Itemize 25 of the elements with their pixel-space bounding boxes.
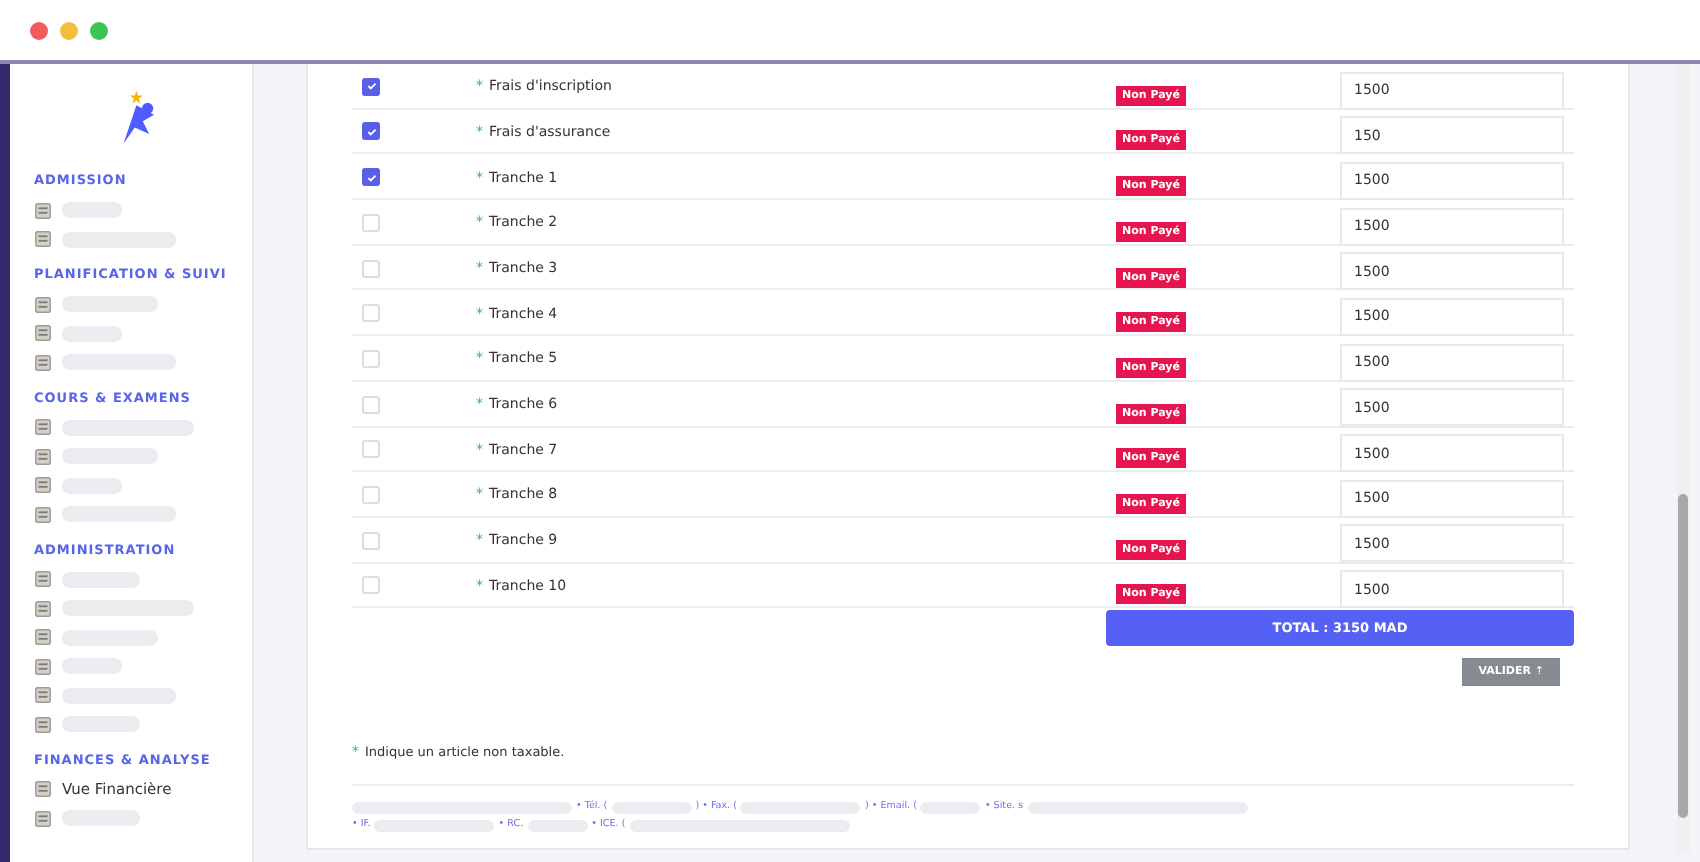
document-icon bbox=[34, 570, 52, 589]
document-icon bbox=[34, 780, 52, 799]
document-icon bbox=[34, 476, 52, 495]
maximize-button[interactable] bbox=[90, 21, 108, 39]
document-icon bbox=[34, 809, 52, 828]
document-icon bbox=[34, 324, 52, 343]
minimize-button[interactable] bbox=[60, 21, 78, 39]
document-icon bbox=[34, 505, 52, 524]
document-icon bbox=[34, 353, 52, 372]
document-icon bbox=[34, 715, 52, 734]
document-icon bbox=[34, 230, 52, 249]
document-icon bbox=[34, 599, 52, 618]
scrollbar-thumb[interactable] bbox=[1678, 494, 1688, 818]
scrollbar[interactable] bbox=[1676, 64, 1690, 854]
document-icon bbox=[34, 686, 52, 705]
checkbox[interactable] bbox=[362, 168, 380, 187]
document-icon bbox=[34, 628, 52, 647]
document-icon bbox=[34, 657, 52, 676]
document-icon bbox=[34, 418, 52, 437]
document-icon bbox=[34, 447, 52, 466]
checkbox[interactable] bbox=[362, 122, 380, 141]
close-button[interactable] bbox=[30, 21, 48, 39]
checkbox[interactable] bbox=[362, 77, 380, 96]
document-icon bbox=[34, 201, 52, 220]
document-icon bbox=[34, 295, 52, 314]
